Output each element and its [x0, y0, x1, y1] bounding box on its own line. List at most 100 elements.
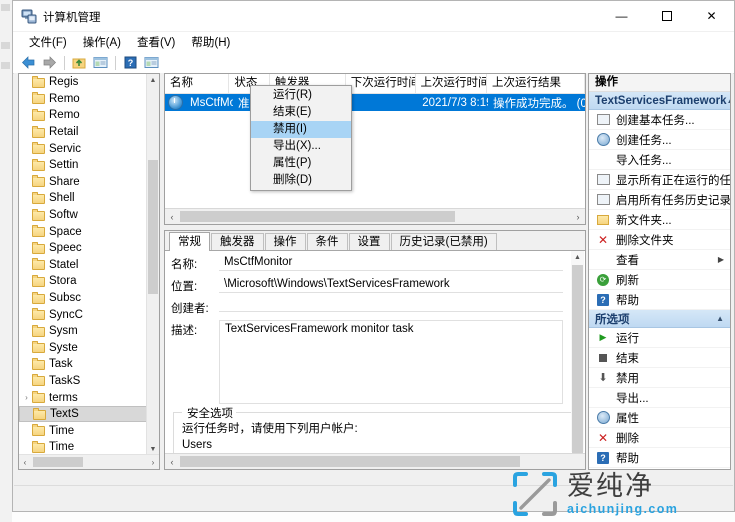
task-list-rows[interactable]: MsCtfMoni...准备就绪当任何用户登录时2021/7/3 8:19:15…: [165, 94, 585, 111]
tree-item-syncc[interactable]: SyncC: [19, 306, 147, 323]
minimize-button[interactable]: —: [599, 1, 644, 31]
chevron-up-icon[interactable]: ▲: [716, 314, 724, 323]
task-context-menu[interactable]: 运行(R) 结束(E) 禁用(I) 导出(X)... 属性(P) 删除(D): [250, 85, 352, 191]
forward-icon[interactable]: [40, 54, 59, 72]
tree-item-syste[interactable]: Syste: [19, 340, 147, 357]
action-item-0-2[interactable]: 导入任务...: [589, 150, 730, 170]
context-menu-item-2[interactable]: 禁用(I): [251, 121, 351, 138]
tasklist-hscroll-thumb[interactable]: [180, 211, 455, 222]
actions-section-header-0[interactable]: TextServicesFramework▲: [589, 92, 730, 110]
tree-item-stora[interactable]: Stora: [19, 273, 147, 290]
field-location-value[interactable]: \Microsoft\Windows\TextServicesFramework: [219, 276, 563, 293]
tasklist-hscroll-right-icon[interactable]: ›: [571, 209, 585, 224]
tree-item-retail[interactable]: Retail: [19, 124, 147, 141]
tree-hscroll-left-icon[interactable]: ‹: [19, 455, 31, 469]
action-item-0-6[interactable]: ✕ 删除文件夹: [589, 230, 730, 250]
tab-1[interactable]: 触发器: [211, 233, 264, 250]
context-menu-item-4[interactable]: 属性(P): [251, 155, 351, 172]
tree-hscroll-right-icon[interactable]: ›: [147, 455, 159, 469]
menu-file[interactable]: 文件(F): [21, 32, 75, 52]
column-header-3[interactable]: 下次运行时间: [346, 74, 416, 93]
detail-hscroll-left-icon[interactable]: ‹: [165, 454, 179, 469]
maximize-button[interactable]: [644, 1, 689, 31]
submenu-arrow-icon[interactable]: ▶: [718, 255, 724, 264]
tasklist-hscroll-left-icon[interactable]: ‹: [165, 209, 179, 224]
chevron-up-icon[interactable]: ▲: [726, 96, 730, 105]
column-header-5[interactable]: 上次运行结果: [487, 74, 585, 93]
action-item-0-3[interactable]: 显示所有正在运行的任务: [589, 170, 730, 190]
table-row[interactable]: MsCtfMoni...准备就绪当任何用户登录时2021/7/3 8:19:15…: [165, 94, 585, 111]
tree-scroll-thumb[interactable]: [148, 160, 158, 294]
action-item-0-8[interactable]: ⟳ 刷新: [589, 270, 730, 290]
action-item-1-0[interactable]: ▶ 运行: [589, 328, 730, 348]
field-description-value[interactable]: TextServicesFramework monitor task: [219, 320, 563, 404]
tree-item-space[interactable]: Space: [19, 223, 147, 240]
tab-5[interactable]: 历史记录(已禁用): [390, 233, 497, 250]
tree-item-servic[interactable]: Servic: [19, 140, 147, 157]
action-item-0-9[interactable]: ? 帮助: [589, 290, 730, 310]
tree-item-statel[interactable]: Statel: [19, 257, 147, 274]
detail-scroll-thumb[interactable]: [572, 265, 583, 460]
context-menu-item-1[interactable]: 结束(E): [251, 104, 351, 121]
detail-hscroll-thumb[interactable]: [180, 456, 520, 467]
action-item-1-1[interactable]: 结束: [589, 348, 730, 368]
tree-item-time[interactable]: Time: [19, 422, 147, 439]
tree-item-subsc[interactable]: Subsc: [19, 290, 147, 307]
context-menu-item-5[interactable]: 删除(D): [251, 172, 351, 189]
tree-item-share[interactable]: Share: [19, 174, 147, 191]
tree-item-speec[interactable]: Speec: [19, 240, 147, 257]
up-folder-icon[interactable]: [70, 54, 89, 72]
detail-tabs[interactable]: 常规 触发器 操作 条件 设置 历史记录(已禁用): [165, 231, 585, 251]
tree-item-remo[interactable]: Remo: [19, 107, 147, 124]
field-author-value[interactable]: [219, 298, 563, 312]
action-item-0-4[interactable]: 启用所有任务历史记录: [589, 190, 730, 210]
action-item-0-5[interactable]: 新文件夹...: [589, 210, 730, 230]
menu-action[interactable]: 操作(A): [75, 32, 129, 52]
menu-view[interactable]: 查看(V): [129, 32, 183, 52]
action-item-0-1[interactable]: 创建任务...: [589, 130, 730, 150]
tree-item-task[interactable]: Task: [19, 356, 147, 373]
tree-item-tasks[interactable]: TaskS: [19, 373, 147, 390]
tree-item-time[interactable]: Time: [19, 439, 147, 455]
help-icon[interactable]: ?: [121, 54, 140, 72]
task-list-horizontal-scrollbar[interactable]: ‹ ›: [165, 208, 585, 224]
detail-vertical-scrollbar[interactable]: ▲: [571, 251, 584, 460]
properties-icon[interactable]: [142, 54, 161, 72]
tree-item-texts[interactable]: TextS: [19, 405, 147, 423]
tree-item-terms[interactable]: › terms: [19, 389, 147, 406]
tree-vertical-scrollbar[interactable]: ▲ ▼: [146, 74, 159, 455]
tree-scroll-up-icon[interactable]: ▲: [147, 74, 159, 86]
tab-3[interactable]: 条件: [306, 233, 348, 250]
expand-chevron-icon[interactable]: ›: [21, 393, 32, 402]
tab-2[interactable]: 操作: [264, 233, 306, 250]
detail-scroll-up-icon[interactable]: ▲: [571, 251, 584, 264]
tree-item-softw[interactable]: Softw: [19, 207, 147, 224]
back-icon[interactable]: [19, 54, 38, 72]
context-menu-item-0[interactable]: 运行(R): [251, 87, 351, 104]
column-header-0[interactable]: 名称: [165, 74, 230, 93]
action-item-1-4[interactable]: 属性: [589, 408, 730, 428]
tab-0[interactable]: 常规: [169, 232, 210, 251]
tree-hscroll-thumb[interactable]: [33, 457, 83, 467]
action-item-0-0[interactable]: 创建基本任务...: [589, 110, 730, 130]
column-header-4[interactable]: 上次运行时间: [416, 74, 487, 93]
action-item-1-3[interactable]: 导出...: [589, 388, 730, 408]
action-item-1-2[interactable]: ⬇ 禁用: [589, 368, 730, 388]
tree-horizontal-scrollbar[interactable]: ‹ ›: [19, 454, 159, 469]
tree-item-sysm[interactable]: Sysm: [19, 323, 147, 340]
show-hide-console-tree-icon[interactable]: [91, 54, 110, 72]
actions-section-header-1[interactable]: 所选项 ▲: [589, 310, 730, 328]
tab-4[interactable]: 设置: [348, 233, 390, 250]
field-name-value[interactable]: MsCtfMonitor: [219, 254, 563, 271]
action-item-1-5[interactable]: ✕ 删除: [589, 428, 730, 448]
menu-help[interactable]: 帮助(H): [183, 32, 238, 52]
tree-item-shell[interactable]: Shell: [19, 190, 147, 207]
action-item-1-6[interactable]: ? 帮助: [589, 448, 730, 468]
actions-list[interactable]: TextServicesFramework▲创建基本任务...创建任务...导入…: [589, 92, 730, 468]
task-list-header[interactable]: 名称 状态 触发器 下次运行时间 上次运行时间 上次运行结果: [165, 74, 585, 94]
context-menu-item-3[interactable]: 导出(X)...: [251, 138, 351, 155]
tree-item-remo[interactable]: Remo: [19, 91, 147, 108]
tree-item-settin[interactable]: Settin: [19, 157, 147, 174]
detail-horizontal-scrollbar[interactable]: ‹: [165, 453, 585, 469]
close-button[interactable]: ✕: [689, 1, 734, 31]
